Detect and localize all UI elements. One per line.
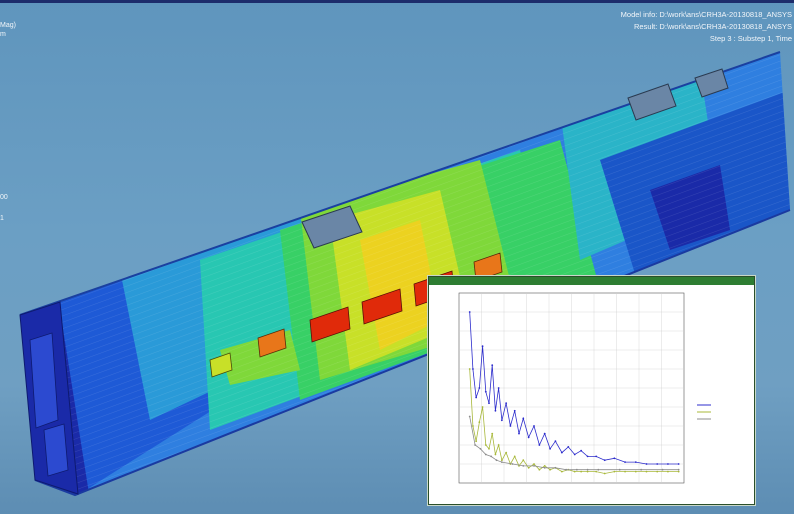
data-point bbox=[491, 364, 494, 367]
data-point bbox=[543, 432, 546, 435]
data-point bbox=[491, 432, 494, 435]
data-point bbox=[567, 446, 570, 448]
data-point bbox=[479, 447, 482, 450]
data-point bbox=[484, 390, 487, 393]
response-chart[interactable] bbox=[429, 285, 754, 504]
data-point bbox=[522, 417, 525, 420]
data-point bbox=[497, 387, 500, 389]
data-point bbox=[613, 457, 616, 460]
data-point bbox=[468, 415, 471, 418]
data-point bbox=[595, 455, 598, 458]
data-point bbox=[533, 465, 535, 467]
data-point bbox=[472, 368, 474, 370]
data-point bbox=[586, 470, 589, 473]
data-point bbox=[624, 461, 626, 463]
data-point bbox=[468, 368, 471, 370]
data-point bbox=[509, 425, 512, 427]
data-point bbox=[573, 453, 576, 456]
data-point bbox=[677, 463, 680, 465]
data-point bbox=[490, 455, 493, 458]
data-point bbox=[586, 455, 589, 458]
data-point bbox=[478, 421, 481, 424]
data-point bbox=[618, 468, 621, 471]
data-point bbox=[565, 468, 568, 471]
data-point bbox=[533, 463, 535, 465]
data-point bbox=[474, 444, 476, 446]
data-point bbox=[488, 447, 490, 450]
data-point bbox=[475, 440, 478, 443]
data-point bbox=[634, 470, 637, 473]
data-point bbox=[475, 396, 478, 399]
data-point bbox=[595, 470, 598, 473]
data-point bbox=[522, 465, 525, 467]
data-point bbox=[624, 470, 626, 473]
data-point bbox=[484, 453, 487, 456]
data-point bbox=[497, 444, 500, 446]
data-point bbox=[560, 470, 563, 473]
data-point bbox=[472, 425, 474, 427]
data-point bbox=[538, 468, 541, 471]
data-point bbox=[522, 459, 525, 462]
data-point bbox=[667, 470, 669, 473]
data-point bbox=[586, 468, 589, 471]
data-point bbox=[597, 468, 600, 471]
data-point bbox=[494, 453, 497, 456]
data-point bbox=[543, 466, 546, 469]
data-point bbox=[645, 463, 648, 465]
data-point bbox=[613, 470, 616, 473]
data-point bbox=[603, 459, 606, 462]
data-point bbox=[661, 468, 664, 471]
data-point bbox=[505, 402, 508, 405]
data-point bbox=[468, 311, 471, 313]
data-point bbox=[573, 470, 576, 473]
data-point bbox=[554, 466, 557, 469]
data-point bbox=[495, 459, 498, 462]
data-point bbox=[575, 468, 578, 471]
data-point bbox=[481, 345, 484, 348]
data-point bbox=[505, 451, 508, 454]
data-point bbox=[634, 461, 637, 463]
data-point bbox=[603, 472, 606, 475]
data-point bbox=[554, 440, 557, 443]
data-point bbox=[527, 436, 530, 439]
data-point bbox=[500, 461, 503, 463]
data-point bbox=[494, 409, 497, 412]
data-point bbox=[538, 444, 541, 446]
data-point bbox=[543, 465, 546, 467]
data-point bbox=[500, 419, 503, 422]
data-point bbox=[481, 406, 484, 408]
data-point bbox=[645, 470, 648, 473]
plot-window-titlebar[interactable] bbox=[429, 277, 754, 285]
data-point bbox=[518, 432, 520, 435]
data-point bbox=[500, 459, 503, 462]
data-point bbox=[580, 470, 583, 473]
data-point bbox=[478, 387, 481, 389]
data-point bbox=[580, 449, 583, 452]
data-point bbox=[511, 463, 514, 465]
data-point bbox=[656, 463, 659, 465]
data-point bbox=[513, 409, 516, 412]
data-point bbox=[488, 402, 490, 405]
data-point bbox=[560, 451, 563, 454]
data-point bbox=[513, 455, 516, 458]
data-point bbox=[640, 468, 643, 471]
plot-window[interactable] bbox=[428, 276, 755, 505]
data-point bbox=[484, 444, 487, 446]
data-point bbox=[656, 470, 659, 473]
data-point bbox=[677, 468, 680, 471]
data-point bbox=[549, 468, 551, 471]
data-point bbox=[677, 470, 680, 473]
data-point bbox=[533, 425, 535, 427]
data-point bbox=[667, 463, 669, 465]
data-point bbox=[527, 466, 530, 469]
data-point bbox=[549, 447, 551, 450]
